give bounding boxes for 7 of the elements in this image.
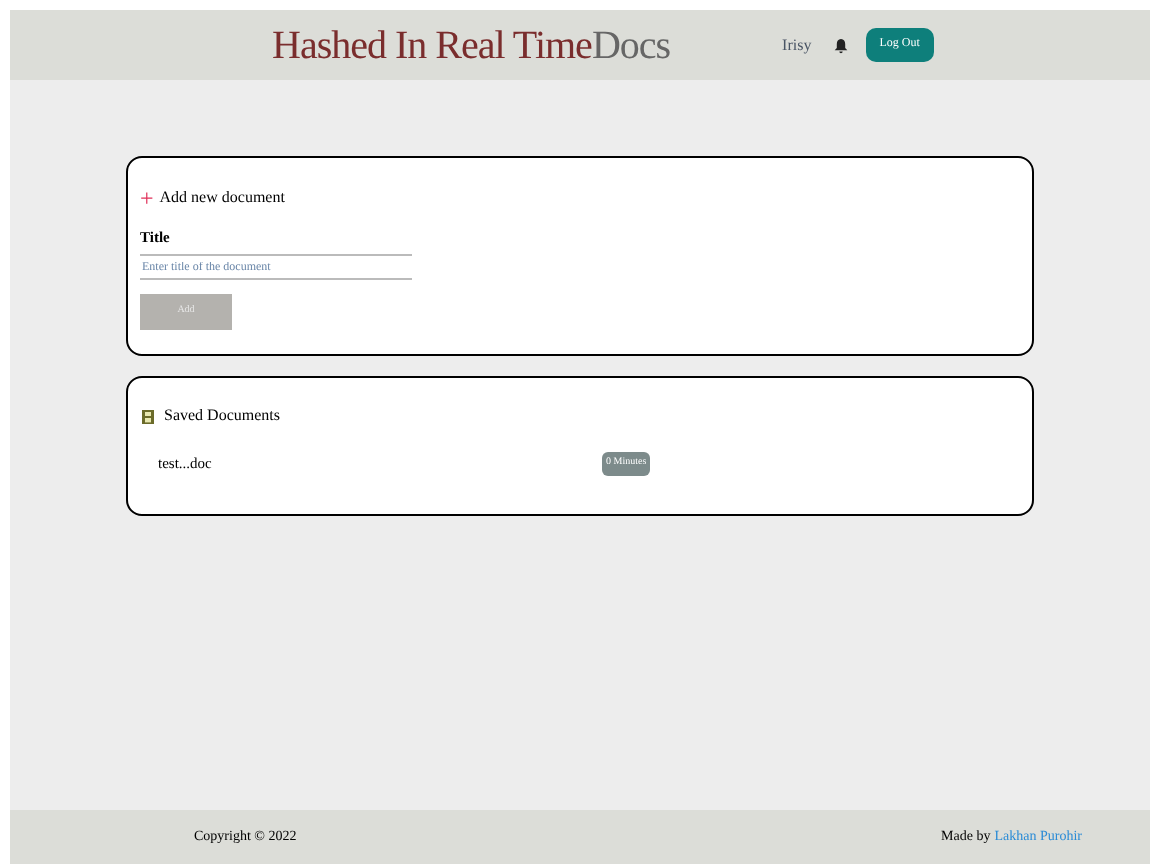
username: Irisy xyxy=(782,33,812,57)
card-heading: Add new document xyxy=(159,186,285,210)
save-icon xyxy=(142,409,154,423)
site-title: Hashed In Real TimeDocs xyxy=(272,25,671,65)
plus-icon: + xyxy=(140,186,154,210)
card-heading: Saved Documents xyxy=(164,404,280,428)
bell-icon[interactable] xyxy=(833,37,848,53)
